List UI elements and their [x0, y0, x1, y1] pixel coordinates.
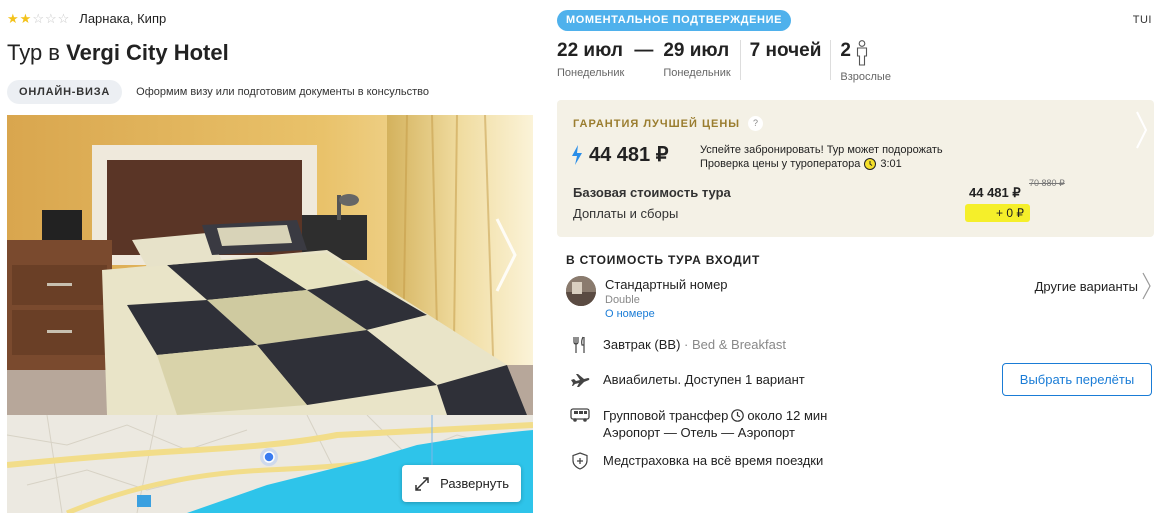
date-from-day: Понедельник — [557, 67, 625, 79]
tour-operator: TUI — [1132, 14, 1152, 26]
date-from: 22 июл Понедельник — [557, 40, 624, 79]
page-title: Тур в Vergi City Hotel — [7, 40, 229, 66]
guarantee-label: ГАРАНТИЯ ЛУЧШЕЙ ЦЕНЫ — [573, 117, 741, 130]
star-icon-empty: ☆ — [57, 10, 70, 26]
flights-item: Авиабилеты. Доступен 1 вариант — [566, 371, 805, 389]
help-icon[interactable]: ? — [748, 116, 764, 131]
includes-title: В СТОИМОСТЬ ТУРА ВХОДИТ — [566, 253, 761, 267]
room-name: Стандартный номер — [605, 277, 728, 292]
visa-badge[interactable]: ОНЛАЙН-ВИЗА — [7, 80, 123, 104]
star-icon-filled: ★ — [7, 10, 19, 26]
transfer-route: Аэропорт — Отель — Аэропорт — [603, 425, 795, 440]
person-icon — [856, 40, 868, 66]
title-prefix: Тур в — [7, 40, 60, 65]
visa-row: ОНЛАЙН-ВИЗА Оформим визу или подготовим … — [7, 80, 429, 104]
transfer-item: Групповой трансфер около 12 мин Аэропорт… — [566, 407, 827, 441]
total-price-value: 44 481 ₽ — [589, 144, 669, 166]
tour-panel: МОМЕНТАЛЬНОЕ ПОДТВЕРЖДЕНИЕ TUI 22 июл По… — [557, 0, 1154, 517]
star-icon-filled: ★ — [19, 10, 32, 26]
hotel-stars: ★ ★ ☆ ☆ ☆ — [7, 12, 69, 25]
adults-label: Взрослые — [840, 71, 891, 83]
meal-name: Завтрак (BB) — [603, 337, 681, 352]
hotel-panel: ★ ★ ☆ ☆ ☆ Ларнака, Кипр Тур в Vergi City… — [7, 0, 533, 517]
airplane-icon — [571, 374, 590, 387]
divider — [739, 40, 741, 80]
hurry-line1: Успейте забронировать! Тур может подорож… — [700, 144, 943, 156]
clock-icon — [731, 409, 745, 422]
chevron-right-icon[interactable] — [493, 215, 519, 295]
tour-dates: 22 июл Понедельник — 29 июл Понедельник … — [557, 40, 891, 83]
best-price-guarantee: ГАРАНТИЯ ЛУЧШЕЙ ЦЕНЫ ? — [573, 116, 764, 131]
hotel-name: Vergi City Hotel — [66, 40, 229, 65]
hurry-line2: Проверка цены у туроператора — [700, 158, 861, 170]
old-price: 70 880 ₽ — [1029, 178, 1065, 188]
room-type: Double — [605, 294, 640, 306]
date-to-value: 29 июл — [663, 40, 730, 61]
star-icon-empty: ☆ — [32, 10, 44, 26]
nights-value: 7 ночей — [749, 40, 822, 61]
date-from-value: 22 июл — [557, 40, 623, 61]
transfer-time: около 12 мин — [747, 408, 828, 423]
price-card: ГАРАНТИЯ ЛУЧШЕЙ ЦЕНЫ ? 44 481 ₽ Успейте … — [557, 100, 1154, 237]
expand-map-button[interactable]: Развернуть — [402, 465, 521, 502]
fees-label: Доплаты и сборы — [573, 206, 679, 221]
star-icon-empty: ☆ — [44, 10, 57, 26]
hotel-photo[interactable] — [7, 115, 533, 415]
date-dash: — — [634, 40, 654, 61]
hurry-message: Успейте забронировать! Тур может подорож… — [700, 143, 943, 171]
date-to: 29 июл Понедельник — [663, 40, 730, 79]
hotel-location: Ларнака, Кипр — [79, 10, 167, 26]
bedroom-photo-illustration — [7, 115, 533, 415]
meal-detail: Bed & Breakfast — [692, 337, 786, 352]
chevron-right-icon[interactable] — [1142, 272, 1152, 300]
instant-confirmation-badge: МОМЕНТАЛЬНОЕ ПОДТВЕРЖДЕНИЕ — [557, 10, 792, 31]
shield-plus-icon — [572, 452, 588, 470]
transfer-type: Групповой трансфер — [603, 408, 729, 423]
adults-count: 2 — [840, 40, 851, 61]
timer-icon — [864, 158, 877, 170]
nights: 7 ночей — [750, 40, 822, 62]
flights-text: Авиабилеты. Доступен 1 вариант — [603, 372, 805, 387]
cutlery-icon — [573, 336, 585, 353]
room-thumbnail[interactable] — [566, 276, 596, 306]
timer-value: 3:01 — [880, 158, 902, 170]
visa-note: Оформим визу или подготовим документы в … — [136, 86, 430, 98]
location-row: ★ ★ ☆ ☆ ☆ Ларнака, Кипр — [7, 9, 166, 27]
room-photo-illustration — [566, 276, 596, 306]
total-price: 44 481 ₽ — [571, 142, 668, 167]
insurance-text: Медстраховка на всё время поездки — [603, 453, 824, 468]
divider — [830, 40, 832, 80]
choose-flights-button[interactable]: Выбрать перелёты — [1002, 363, 1152, 396]
adults: 2 Взрослые — [840, 40, 891, 83]
meal-separator: · — [684, 337, 689, 352]
base-price-label: Базовая стоимость тура — [573, 185, 731, 200]
expand-label: Развернуть — [440, 476, 509, 491]
date-to-day: Понедельник — [663, 67, 731, 79]
room-item: Стандартный номер Double О номере — [566, 276, 728, 320]
price-check-row: Проверка цены у туроператора 3:01 — [700, 157, 902, 171]
other-variants-link[interactable]: Другие варианты — [1035, 279, 1138, 294]
chevron-right-icon — [1136, 111, 1148, 149]
about-room-link[interactable]: О номере — [605, 308, 728, 320]
hotel-map[interactable]: Развернуть — [7, 415, 533, 513]
meal-item: Завтрак (BB) · Bed & Breakfast — [566, 336, 786, 354]
expand-icon — [415, 476, 429, 491]
insurance-item: Медстраховка на всё время поездки — [566, 452, 823, 470]
base-price-value: 44 481 ₽ — [969, 185, 1021, 200]
fees-value: + 0 ₽ — [965, 204, 1030, 222]
bus-icon — [570, 408, 590, 422]
lightning-icon — [572, 144, 582, 165]
